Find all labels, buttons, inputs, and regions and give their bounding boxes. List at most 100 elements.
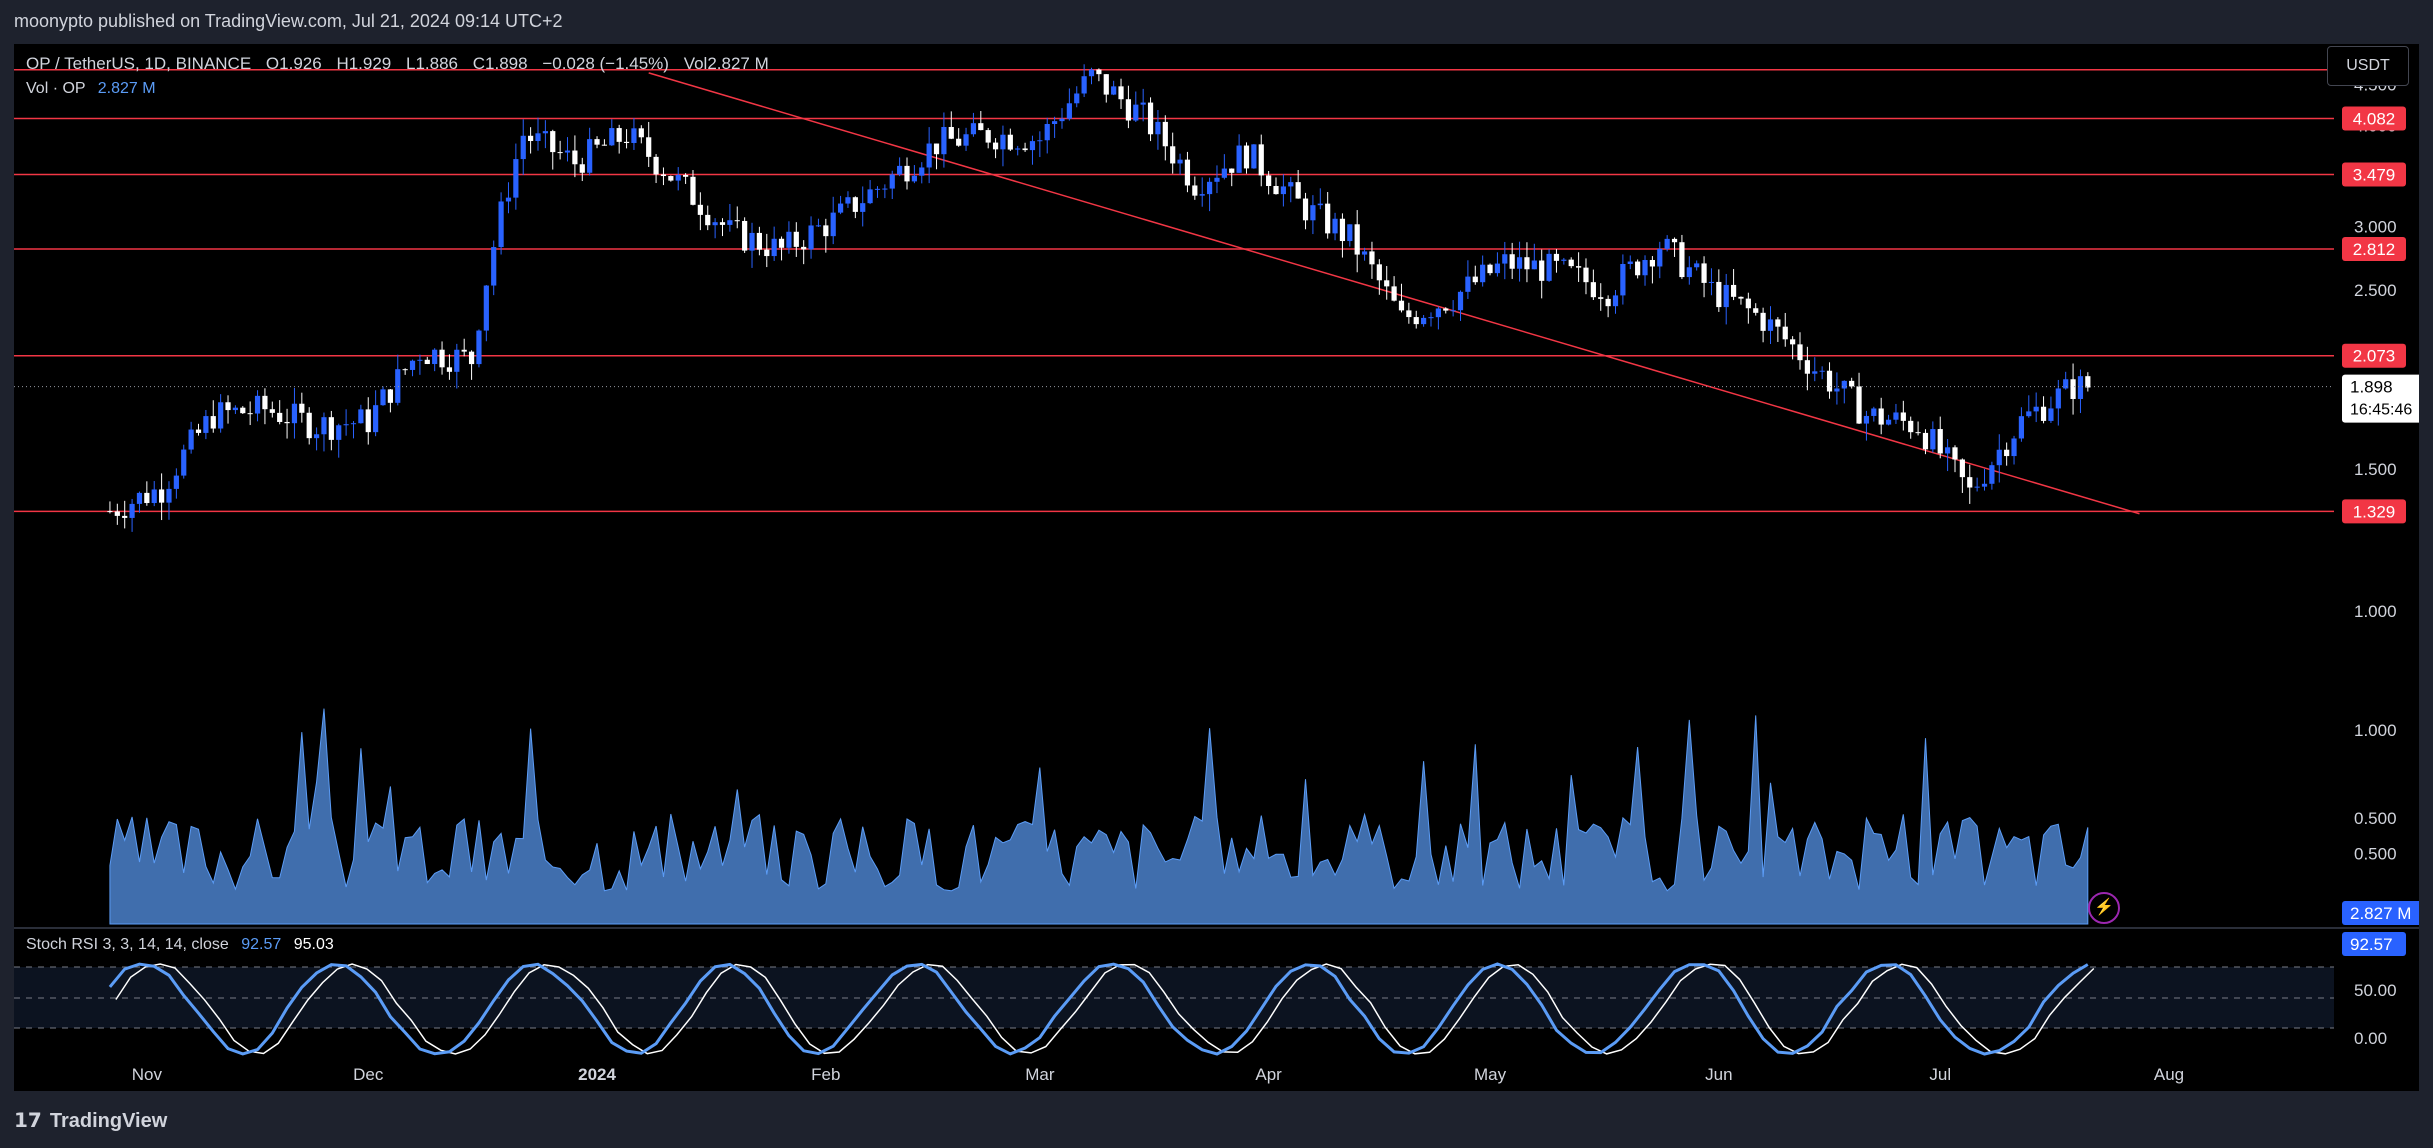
candle-body [1118,86,1124,100]
candle-body [1258,144,1264,176]
candle-body [564,150,571,153]
candle-body [675,174,681,181]
candle-body [1022,148,1028,151]
candle-body [1088,69,1095,77]
candle-body [970,123,977,135]
candle-body [240,407,246,414]
candle-body [734,220,740,222]
time-tick-label: May [1474,1065,1507,1084]
volume-tick-label: 1.000 [2354,721,2397,740]
candle-body [528,135,534,142]
candle-body [1251,144,1257,169]
candle-body [1959,459,1965,478]
currency-button[interactable]: USDT [2327,46,2409,86]
candle-body [1421,317,1427,325]
candle-body [1192,185,1198,196]
candle-body [1000,134,1006,150]
candle-body [1435,308,1441,318]
candle-body [926,143,932,168]
candle-body [601,144,608,146]
candle-body [771,238,777,257]
candle-body [1945,447,1951,454]
candle-body [1937,429,1943,454]
time-tick-label: Dec [353,1065,384,1084]
candle-body [1302,198,1309,221]
candle-body [2040,406,2047,421]
candle-body [941,126,947,155]
candle-body [719,222,726,225]
candle-body [1413,317,1419,325]
publisher-text: moonypto published on TradingView.com, J… [14,11,563,31]
candle-body [2004,449,2010,457]
rsi-tick-label: 0.00 [2354,1029,2387,1048]
candle-body [1627,261,1633,264]
chart-area[interactable]: 4.5004.0003.0002.5001.5001.0000.5004.692… [14,44,2419,1091]
candle-body [284,421,290,424]
volume-last-label: 2.827 M [2350,904,2411,923]
candle-body [173,475,179,489]
candle-body [1974,486,1980,488]
candle-body [505,197,512,202]
candle-body [963,134,969,146]
candle-body [1657,248,1663,267]
candle-body [1915,432,1921,434]
candle-body [911,175,917,182]
candle-body [1133,104,1139,121]
candle-body [1007,134,1013,150]
candle-body [542,131,548,134]
candle-body [579,164,585,173]
stoch-rsi-label[interactable]: Stoch RSI 3, 3, 14, 14, close [26,936,229,953]
candle-body [1361,251,1368,255]
candle-body [1989,465,1995,484]
time-tick-label: Jul [1929,1065,1951,1084]
candle-body [269,409,275,413]
candle-body [476,330,482,365]
level-label: 3.479 [2353,165,2396,184]
candle-body [1184,159,1191,186]
candle-body [1516,257,1523,269]
candles [107,64,2091,532]
candle-body [1819,370,1825,372]
candle-body [1288,182,1294,187]
candle-body [1612,295,1619,307]
candle-body [181,449,187,476]
candle-body [1472,276,1478,283]
candle-body [277,412,283,422]
level-label: 2.812 [2353,240,2396,259]
candle-body [1856,386,1862,424]
candle-body [933,143,940,155]
candle-body [793,231,799,247]
candle-body [1553,253,1560,261]
candle-body [1723,284,1729,308]
candle-body [1103,74,1109,95]
candle-body [2063,379,2069,389]
price-chart[interactable]: 4.5004.0003.0002.5001.5001.0000.5004.692… [14,44,2419,1091]
candle-body [1029,141,1036,151]
candle-body [1863,415,1870,424]
candle-body [1199,194,1205,196]
symbol-name[interactable]: OP / TetherUS, 1D, BINANCE [26,54,251,73]
candle-body [1849,380,1855,387]
candle-body [1568,259,1574,267]
time-tick-label: Feb [811,1065,840,1084]
candle-body [756,232,762,250]
price-tick-label: 1.000 [2354,602,2397,621]
volume-legend-label[interactable]: Vol · OP [26,80,85,97]
candle-body [985,130,991,143]
candle-body [660,174,667,177]
candle-body [697,204,703,215]
candle-body [1539,260,1545,281]
candle-body [1502,254,1508,264]
candle-body [350,423,357,425]
price-tick-label: 0.500 [2354,845,2397,864]
candle-body [1967,477,1973,488]
level-label: 2.073 [2353,347,2396,366]
candle-body [1236,145,1242,173]
candle-body [461,349,467,352]
candle-body [727,220,733,225]
candle-body [764,249,770,257]
candle-body [1679,242,1685,278]
bolt-icon[interactable]: ⚡ [2088,892,2120,924]
candle-body [749,232,755,251]
candle-body [498,201,504,248]
